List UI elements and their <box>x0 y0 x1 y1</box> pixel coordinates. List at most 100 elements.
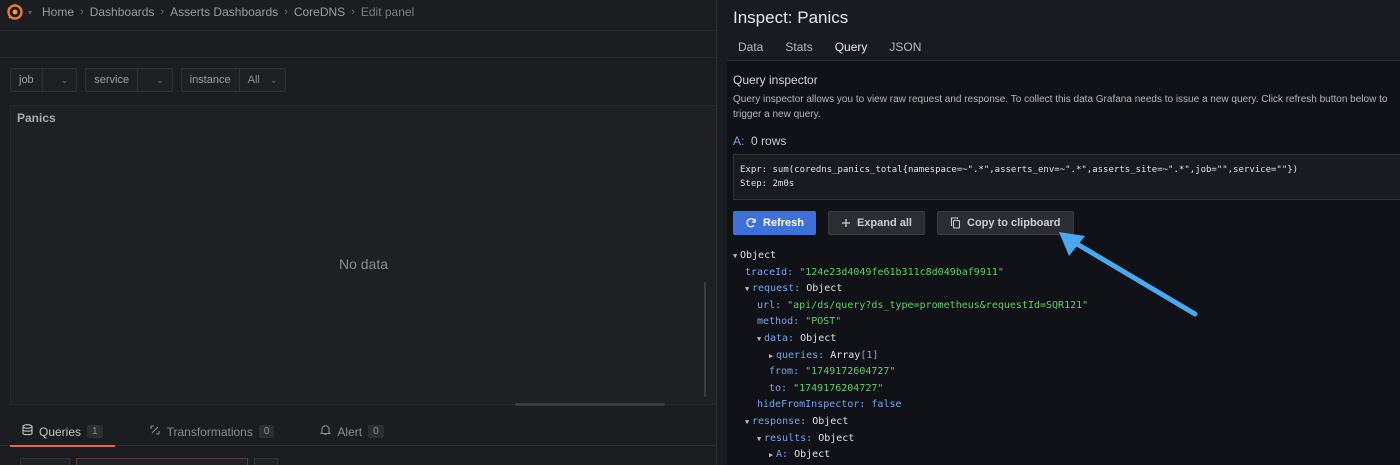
caret-down-icon[interactable]: ▼ <box>733 248 740 265</box>
tree-key: results: <box>764 432 813 444</box>
inspector-actions: Refresh Expand all Copy to clipboard <box>733 211 1074 235</box>
tree-node-request[interactable]: ▼ request: Object <box>733 281 1088 298</box>
caret-down-icon[interactable]: ▼ <box>745 414 752 431</box>
caret-right-icon[interactable]: ▶ <box>769 447 776 464</box>
chevron-down-icon: ⌄ <box>156 74 164 85</box>
tree-key: from: <box>769 366 800 378</box>
variable-job[interactable]: job ⌄ <box>10 68 78 92</box>
tree-node-queries[interactable]: ▶ queries: Array[1] <box>733 348 1088 365</box>
grafana-logo-icon[interactable] <box>6 3 24 21</box>
datasource-picker[interactable] <box>76 458 248 465</box>
tree-node-traceid: traceId: "124e23d4049fe61b311c8d049baf99… <box>733 265 1088 282</box>
bell-icon <box>320 424 332 439</box>
tree-node-from: from: "1749172604727" <box>733 364 1088 381</box>
chevron-down-icon: ⌄ <box>269 74 278 85</box>
variable-instance[interactable]: instance All ⌄ <box>180 68 287 92</box>
tree-type: Object <box>794 449 831 461</box>
caret-down-icon[interactable]: ▼ <box>745 281 752 298</box>
query-options-button[interactable] <box>254 458 278 465</box>
query-expression-box: Expr: sum(coredns_panics_total{namespace… <box>733 154 1400 200</box>
tab-label: Queries <box>39 424 82 439</box>
rows-text: 0 rows <box>751 134 787 148</box>
tree-key: url: <box>757 299 782 311</box>
chevron-down-icon[interactable]: ▾ <box>28 8 32 17</box>
copy-label: Copy to clipboard <box>967 217 1061 229</box>
tree-node-response[interactable]: ▼ response: Object <box>733 414 1088 431</box>
tree-root-label: Object <box>740 250 777 261</box>
tree-type: Object <box>806 283 843 295</box>
tree-key: response: <box>752 415 807 427</box>
tree-node-method: method: "POST" <box>733 314 1088 331</box>
tree-key: traceId: <box>745 266 794 278</box>
tree-type: Array <box>830 349 861 361</box>
tree-root[interactable]: ▼ Object <box>733 248 1088 265</box>
tab-alert[interactable]: Alert 0 <box>308 418 395 446</box>
query-row-control[interactable] <box>20 458 70 465</box>
breadcrumb-separator-icon: › <box>80 6 84 18</box>
query-row-count: A: 0 rows <box>733 134 786 148</box>
copy-to-clipboard-button[interactable]: Copy to clipboard <box>937 211 1074 235</box>
tab-json[interactable]: JSON <box>878 36 932 63</box>
edit-toolbar <box>0 30 716 58</box>
variable-select[interactable]: ⌄ <box>43 69 77 91</box>
variable-bar: job ⌄ service ⌄ instance All ⌄ <box>10 68 287 92</box>
tab-stats[interactable]: Stats <box>774 36 823 63</box>
tree-value: "1749176204727" <box>793 382 884 394</box>
inspect-tabs: Data Stats Query JSON <box>727 36 932 63</box>
tree-node-url: url: "api/ds/query?ds_type=prometheus&re… <box>733 298 1088 315</box>
drawer-title: Inspect: Panics <box>733 8 849 27</box>
expr-line: Expr: sum(coredns_panics_total{namespace… <box>740 165 1299 175</box>
tree-key: queries: <box>776 349 825 361</box>
horizontal-scrollbar[interactable] <box>515 403 665 406</box>
breadcrumb-asserts-dashboards[interactable]: Asserts Dashboards <box>170 5 278 19</box>
database-icon <box>22 424 33 439</box>
tree-value: "1749172604727" <box>805 366 896 378</box>
tree-length: [1] <box>860 349 879 361</box>
tree-node-data[interactable]: ▼ data: Object <box>733 331 1088 348</box>
tree-key: hideFromInspector: <box>757 399 866 411</box>
panel-preview: Panics No data <box>10 105 716 405</box>
refresh-icon <box>745 217 757 229</box>
query-letter: A: <box>733 134 745 148</box>
breadcrumb-home[interactable]: Home <box>42 5 74 19</box>
tree-key: data: <box>764 332 795 344</box>
tree-node-to: to: "1749176204727" <box>733 381 1088 398</box>
tree-type: Object <box>800 332 837 344</box>
tab-query[interactable]: Query <box>823 36 879 63</box>
variable-service[interactable]: service ⌄ <box>85 68 173 92</box>
caret-down-icon[interactable]: ▼ <box>757 331 764 348</box>
tab-count-badge: 1 <box>87 425 103 438</box>
breadcrumb-coredns[interactable]: CoreDNS <box>294 5 345 19</box>
tree-node-hidefrominspector: hideFromInspector: false <box>733 397 1088 414</box>
breadcrumb-dashboards[interactable]: Dashboards <box>90 5 155 19</box>
variable-label: job <box>11 69 43 91</box>
inspector-description: Query inspector allows you to view raw r… <box>733 94 1388 120</box>
variable-select[interactable]: All ⌄ <box>240 69 286 91</box>
vertical-scrollbar[interactable] <box>704 282 706 397</box>
caret-down-icon[interactable]: ▼ <box>757 431 764 448</box>
no-data-message: No data <box>338 256 389 272</box>
tree-type: Object <box>818 432 855 444</box>
tab-count-badge: 0 <box>258 425 275 438</box>
variable-select[interactable]: ⌄ <box>138 69 172 91</box>
refresh-button[interactable]: Refresh <box>733 211 816 235</box>
tree-key: A: <box>776 449 789 461</box>
breadcrumb-separator-icon: › <box>351 6 355 18</box>
tree-key: method: <box>757 316 800 328</box>
query-inspector: Query inspector Query inspector allows y… <box>727 60 1400 465</box>
expand-all-button[interactable]: Expand all <box>827 211 925 235</box>
json-tree: ▼ Object traceId: "124e23d4049fe61b311c8d… <box>733 248 1088 464</box>
breadcrumb-separator-icon: › <box>160 6 165 18</box>
tab-queries[interactable]: Queries 1 <box>10 418 115 447</box>
dashboard-editor: ▾ Home › Dashboards › Asserts Dashboards… <box>0 0 716 465</box>
tab-transformations[interactable]: Transformations 0 <box>137 418 287 446</box>
tab-data[interactable]: Data <box>727 36 774 63</box>
tree-node-a[interactable]: ▶ A: Object <box>733 447 1088 464</box>
expand-all-label: Expand all <box>856 217 912 229</box>
variable-label: instance <box>182 69 240 91</box>
tree-key: request: <box>752 283 801 295</box>
tree-node-results[interactable]: ▼ results: Object <box>733 431 1088 448</box>
tree-type: Object <box>812 415 849 427</box>
plus-icon <box>841 218 851 228</box>
caret-right-icon[interactable]: ▶ <box>769 348 776 365</box>
